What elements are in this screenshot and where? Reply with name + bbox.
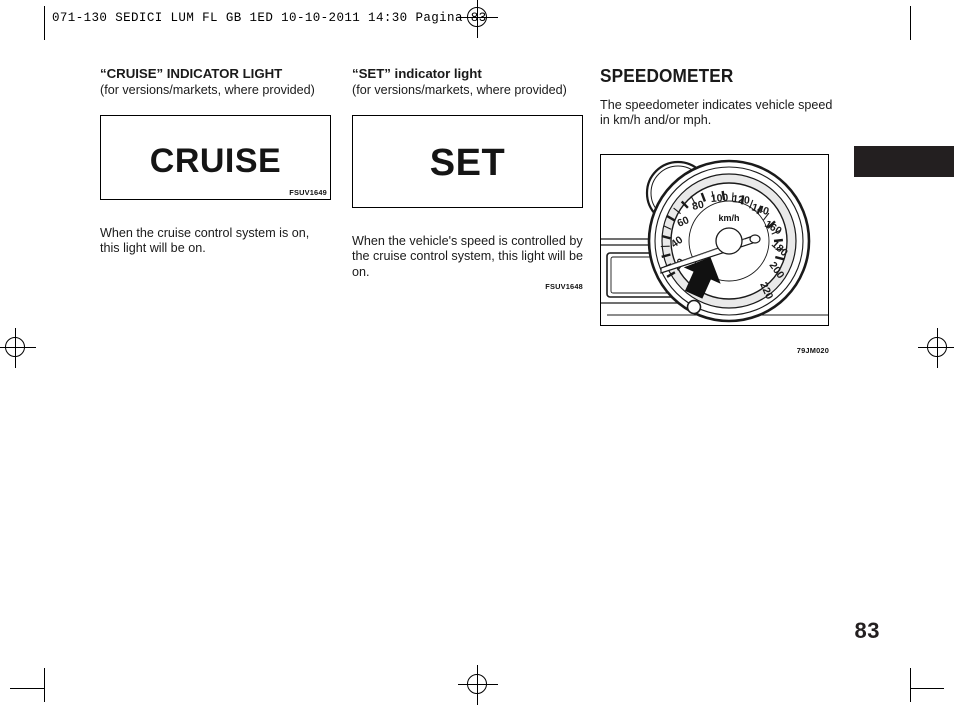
cruise-section-subtitle: (for versions/markets, where provided) (100, 83, 315, 97)
reg-circle (467, 674, 487, 694)
crop-rule-bottom-left (10, 688, 44, 689)
speedometer-illustration: 20 40 60 80 100 120 140 160 180 200 220 … (601, 159, 828, 322)
cruise-telltale-text: CRUISE (149, 142, 282, 180)
slug-divider (44, 6, 45, 40)
cruise-body-text: When the cruise control system is on, th… (100, 226, 310, 256)
cruise-section-title: “CRUISE” INDICATOR LIGHT (100, 66, 283, 81)
section-cruise: “CRUISE” INDICATOR LIGHT (for versions/m… (100, 66, 331, 257)
page-number: 83 (854, 618, 880, 643)
speedometer-body-text: The speedometer indicates vehicle speed … (600, 98, 833, 128)
speedometer-unit-label: km/h (718, 213, 739, 223)
speedometer-figure-code: 79JM020 (796, 346, 829, 355)
set-body-text: When the vehicle's speed is controlled b… (352, 234, 583, 279)
set-section-title: “SET” indicator light (352, 66, 482, 81)
crop-rule-bottom-right (910, 688, 944, 689)
section-speedometer: SPEEDOMETER The speedometer indicates ve… (600, 65, 833, 355)
set-section-subtitle: (for versions/markets, where provided) (352, 83, 567, 97)
speedometer-figure: 20 40 60 80 100 120 140 160 180 200 220 … (600, 153, 829, 326)
set-figure-code: FSUV1648 (545, 282, 583, 291)
registration-mark-right (918, 328, 954, 368)
dial-value-120: 120 (732, 193, 751, 207)
chapter-tab (854, 146, 954, 177)
dial-value-100: 100 (710, 191, 728, 204)
cruise-telltale-figure: CRUISE FSUV1649 (100, 115, 331, 200)
registration-mark-bottom (458, 665, 498, 705)
speedometer-section-title: SPEEDOMETER (600, 65, 734, 86)
registration-mark-left (0, 328, 36, 368)
page-slug: 071-130 SEDICI LUM FL GB 1ED 10-10-2011 … (52, 11, 487, 25)
set-telltale-text: SET (429, 142, 506, 184)
reg-circle (927, 337, 947, 357)
section-set: “SET” indicator light (for versions/mark… (352, 66, 583, 291)
cruise-figure-code: FSUV1649 (289, 188, 327, 197)
set-telltale-figure: SET (352, 115, 583, 208)
crop-mark-top-right (910, 6, 911, 40)
speedometer-dial: 20 40 60 80 100 120 140 160 180 200 220 … (647, 159, 811, 322)
reg-circle (5, 337, 25, 357)
crop-mark-bottom-right (910, 668, 911, 702)
crop-mark-bottom-left (44, 668, 45, 702)
